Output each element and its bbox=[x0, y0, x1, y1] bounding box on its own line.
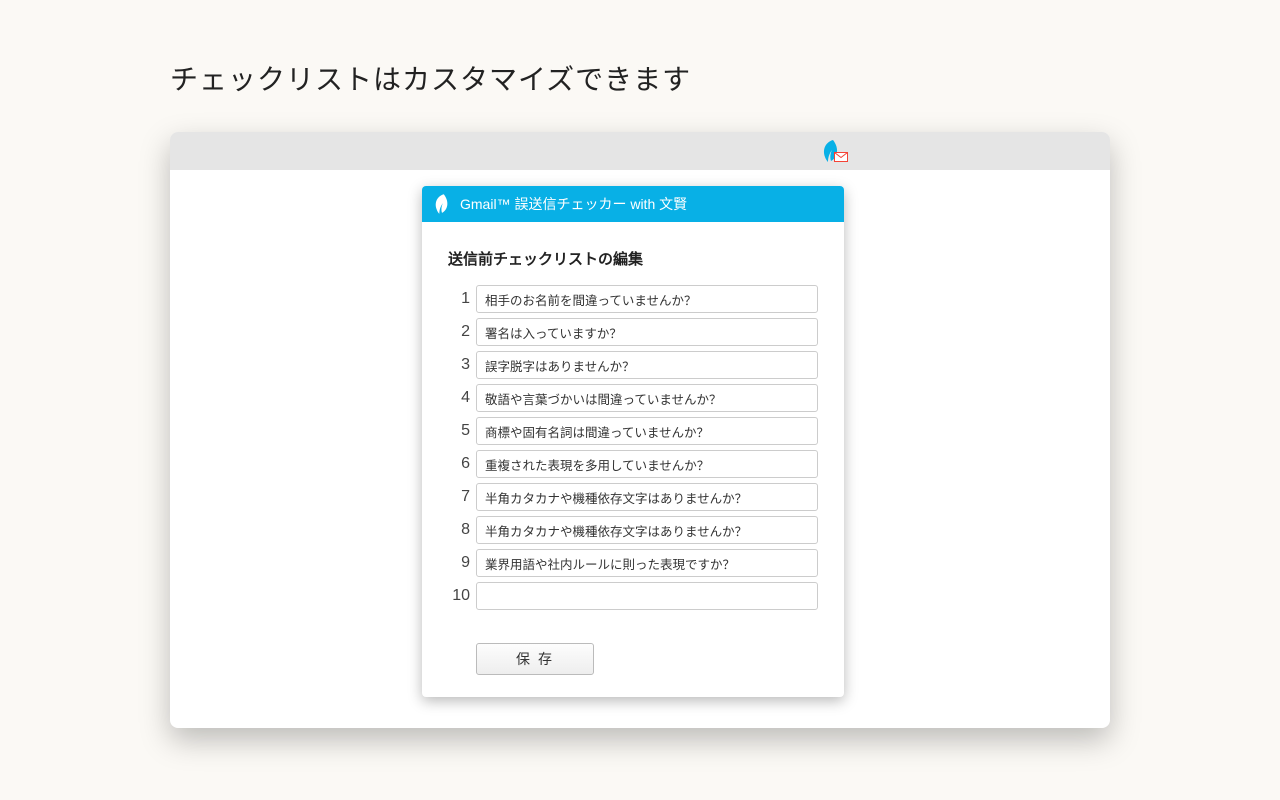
checklist-input[interactable] bbox=[476, 516, 818, 544]
row-number: 6 bbox=[448, 455, 470, 473]
checklist-input[interactable] bbox=[476, 384, 818, 412]
checklist-input[interactable] bbox=[476, 450, 818, 478]
checklist-input[interactable] bbox=[476, 285, 818, 313]
mail-icon bbox=[834, 152, 848, 162]
checklist-dialog: Gmail™ 誤送信チェッカー with 文賢 送信前チェックリストの編集 1 2… bbox=[422, 186, 844, 697]
checklist-input[interactable] bbox=[476, 582, 818, 610]
save-button[interactable]: 保存 bbox=[476, 643, 594, 675]
checklist-input[interactable] bbox=[476, 549, 818, 577]
checklist-row: 4 bbox=[448, 384, 818, 412]
row-number: 9 bbox=[448, 554, 470, 572]
row-number: 7 bbox=[448, 488, 470, 506]
row-number: 5 bbox=[448, 422, 470, 440]
checklist-row: 3 bbox=[448, 351, 818, 379]
row-number: 10 bbox=[448, 587, 470, 605]
row-number: 8 bbox=[448, 521, 470, 539]
page-title: チェックリストはカスタマイズできます bbox=[0, 0, 1280, 98]
dialog-title: Gmail™ 誤送信チェッカー with 文賢 bbox=[460, 194, 687, 214]
checklist-row: 5 bbox=[448, 417, 818, 445]
row-number: 3 bbox=[448, 356, 470, 374]
checklist-input[interactable] bbox=[476, 417, 818, 445]
checklist-row: 1 bbox=[448, 285, 818, 313]
row-number: 4 bbox=[448, 389, 470, 407]
checklist-row: 6 bbox=[448, 450, 818, 478]
dialog-titlebar: Gmail™ 誤送信チェッカー with 文賢 bbox=[422, 186, 844, 222]
checklist-input[interactable] bbox=[476, 318, 818, 346]
row-number: 1 bbox=[448, 290, 470, 308]
row-number: 2 bbox=[448, 323, 470, 341]
checklist-input[interactable] bbox=[476, 351, 818, 379]
dialog-body: 送信前チェックリストの編集 1 2 3 4 5 6 7 8 9 10 保存 bbox=[422, 222, 844, 697]
checklist-row: 2 bbox=[448, 318, 818, 346]
checklist-input[interactable] bbox=[476, 483, 818, 511]
checklist-row: 10 bbox=[448, 582, 818, 610]
dialog-subtitle: 送信前チェックリストの編集 bbox=[448, 248, 818, 269]
checklist-row: 7 bbox=[448, 483, 818, 511]
checklist-row: 8 bbox=[448, 516, 818, 544]
panel-header bbox=[170, 132, 1110, 170]
checklist-row: 9 bbox=[448, 549, 818, 577]
leaf-icon bbox=[434, 194, 450, 214]
extension-icon bbox=[822, 142, 850, 166]
app-panel: Gmail™ 誤送信チェッカー with 文賢 送信前チェックリストの編集 1 2… bbox=[170, 132, 1110, 728]
